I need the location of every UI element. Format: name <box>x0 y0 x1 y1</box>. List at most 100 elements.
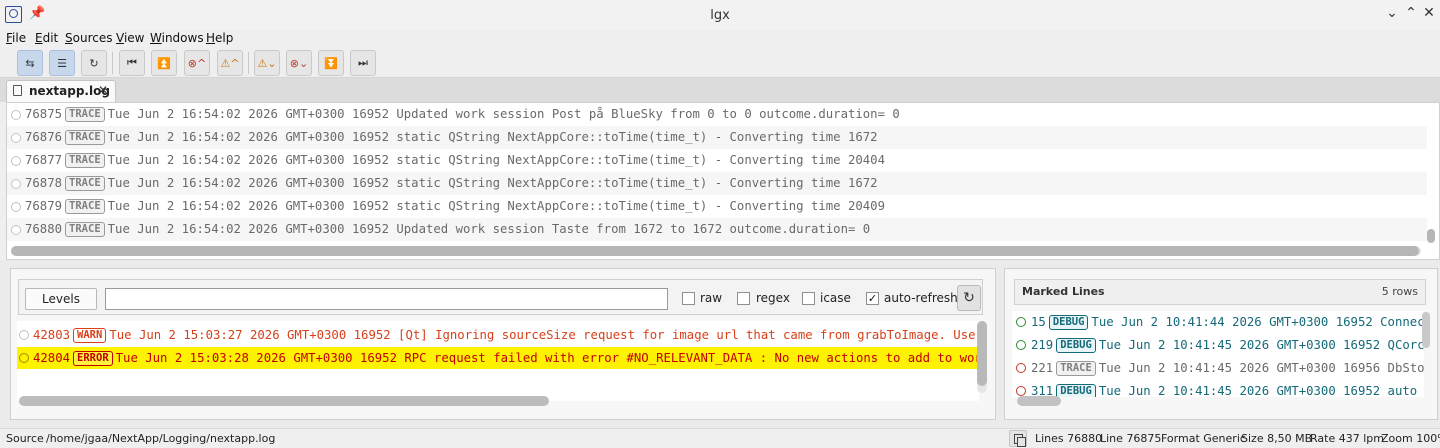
copy-icon[interactable] <box>1009 430 1027 447</box>
filter-input[interactable] <box>105 288 668 310</box>
table-row[interactable]: 76879 TRACE Tue Jun 2 16:54:02 2026 GMT+03… <box>7 195 1427 218</box>
refresh-button[interactable]: ↻ <box>957 285 981 311</box>
marked-lines-list[interactable]: 15 DEBUG Tue Jun 2 10:41:44 2026 GMT+0300 … <box>1012 311 1424 397</box>
log-message: Tue Jun 2 16:54:02 2026 GMT+0300 16952 s… <box>107 153 885 167</box>
mark-toggle[interactable] <box>19 353 29 363</box>
filter-vertical-scroll-thumb[interactable] <box>977 321 987 386</box>
regex-checkbox[interactable] <box>737 292 750 305</box>
last-line-button[interactable]: ⏭ <box>350 50 376 76</box>
follow-button[interactable]: ⇆ <box>17 50 43 76</box>
log-message: Tue Jun 2 16:54:02 2026 GMT+0300 16952 s… <box>107 130 878 144</box>
regex-label: regex <box>756 291 790 305</box>
list-item[interactable]: 219 DEBUG Tue Jun 2 10:41:45 2026 GMT+0300… <box>1012 334 1424 357</box>
line-number: 15 <box>1031 315 1046 329</box>
log-message: Tue Jun 2 15:03:28 2026 GMT+0300 16952 R… <box>115 351 979 365</box>
tab-close-icon[interactable]: ✕ <box>98 83 108 97</box>
menu-sources[interactable]: Sources <box>65 31 112 45</box>
log-message: Tue Jun 2 16:54:02 2026 GMT+0300 16952 s… <box>107 176 878 190</box>
rate-info: Rate 437 lpm <box>1310 432 1384 445</box>
icase-checkbox[interactable] <box>802 292 815 305</box>
level-badge: TRACE <box>1056 361 1096 376</box>
menu-help[interactable]: Help <box>206 31 233 45</box>
current-line: Line 76875 <box>1100 432 1162 445</box>
mark-toggle[interactable] <box>11 110 21 120</box>
tab-nextapp-log[interactable]: nextapp.log ✕ <box>6 80 116 102</box>
marked-horizontal-scroll-thumb[interactable] <box>1017 396 1061 406</box>
close-window-icon[interactable]: ✕ <box>1420 5 1438 21</box>
maximize-icon[interactable]: ⌃ <box>1402 5 1420 21</box>
level-badge: TRACE <box>65 222 105 237</box>
toolbar-separator <box>112 52 113 74</box>
next-warning-button[interactable]: ⚠⌄ <box>254 50 280 76</box>
level-badge: TRACE <box>65 130 105 145</box>
mark-toggle[interactable] <box>11 156 21 166</box>
wrap-icon: ☰ <box>57 56 67 70</box>
prev-error-icon: ⊗^ <box>187 56 207 70</box>
line-number: 76877 <box>25 153 63 167</box>
list-item[interactable]: 311 DEBUG Tue Jun 2 10:41:45 2026 GMT+0300… <box>1012 380 1424 397</box>
next-marked-button[interactable]: ⏬ <box>318 50 344 76</box>
zoom-info: Zoom 100% <box>1381 432 1440 445</box>
table-row[interactable]: 42803 WARN Tue Jun 2 15:03:27 2026 GMT+030… <box>17 324 979 346</box>
menu-file[interactable]: File <box>6 31 26 45</box>
main-log-view[interactable]: 76875 TRACE Tue Jun 2 16:54:02 2026 GMT+03… <box>6 102 1440 260</box>
prev-warning-button[interactable]: ⚠^ <box>217 50 243 76</box>
main-horizontal-scrollbar[interactable] <box>11 246 1421 256</box>
level-badge: TRACE <box>65 176 105 191</box>
table-row[interactable]: 76878 TRACE Tue Jun 2 16:54:02 2026 GMT+03… <box>7 172 1427 195</box>
line-number: 219 <box>1031 338 1054 352</box>
table-row[interactable]: 76880 TRACE Tue Jun 2 16:54:02 2026 GMT+03… <box>7 218 1427 241</box>
table-row[interactable]: 76875 TRACE Tue Jun 2 16:54:02 2026 GMT+03… <box>7 103 1427 126</box>
log-message: Tue Jun 2 15:03:27 2026 GMT+0300 16952 [… <box>109 328 979 342</box>
level-badge: WARN <box>73 328 107 343</box>
refresh-icon: ↻ <box>963 290 975 306</box>
wrap-button[interactable]: ☰ <box>49 50 75 76</box>
table-row[interactable]: 76876 TRACE Tue Jun 2 16:54:02 2026 GMT+03… <box>7 126 1427 149</box>
mark-toggle[interactable] <box>19 330 29 340</box>
toolbar: ⇆ ☰ ↻ ⏮ ⏫ ⊗^ ⚠^ ⚠⌄ ⊗⌄ ⏬ ⏭ <box>0 48 1440 78</box>
menu-edit[interactable]: Edit <box>35 31 58 45</box>
level-badge: TRACE <box>65 199 105 214</box>
line-number: 76879 <box>25 199 63 213</box>
source-label: Source <box>6 432 44 445</box>
list-item[interactable]: 15 DEBUG Tue Jun 2 10:41:44 2026 GMT+0300 … <box>1012 311 1424 334</box>
main-horizontal-scroll-thumb[interactable] <box>11 246 1419 256</box>
line-number: 76880 <box>25 222 63 236</box>
marked-lines-count: 5 rows <box>1381 285 1418 298</box>
raw-checkbox[interactable] <box>682 292 695 305</box>
menu-windows[interactable]: Windows <box>150 31 204 45</box>
level-badge: TRACE <box>65 153 105 168</box>
follow-icon: ⇆ <box>25 56 35 70</box>
next-error-icon: ⊗⌄ <box>289 56 309 70</box>
next-error-button[interactable]: ⊗⌄ <box>286 50 312 76</box>
menu-view[interactable]: View <box>116 31 144 45</box>
table-row[interactable]: 76877 TRACE Tue Jun 2 16:54:02 2026 GMT+03… <box>7 149 1427 172</box>
mark-toggle[interactable] <box>11 225 21 235</box>
next-warning-icon: ⚠⌄ <box>257 56 277 70</box>
levels-button[interactable]: Levels <box>25 288 97 310</box>
table-row[interactable]: 42804 ERROR Tue Jun 2 15:03:28 2026 GMT+03… <box>17 347 979 369</box>
reload-icon: ↻ <box>89 56 99 70</box>
source-path: /home/jgaa/NextApp/Logging/nextapp.log <box>46 432 276 445</box>
icase-label: icase <box>820 291 851 305</box>
filter-vertical-scrollbar[interactable] <box>977 321 987 393</box>
auto-refresh-checkbox[interactable]: ✓ <box>866 292 879 305</box>
marked-lines-title: Marked Lines <box>1022 285 1105 298</box>
reload-button[interactable]: ↻ <box>81 50 107 76</box>
first-line-button[interactable]: ⏮ <box>119 50 145 76</box>
lines-count: Lines 76880 <box>1035 432 1103 445</box>
mark-indicator <box>1016 363 1026 373</box>
filter-horizontal-scroll-thumb[interactable] <box>19 396 549 406</box>
mark-toggle[interactable] <box>11 133 21 143</box>
prev-error-button[interactable]: ⊗^ <box>184 50 210 76</box>
mark-toggle[interactable] <box>11 179 21 189</box>
main-vertical-scroll-thumb[interactable] <box>1427 229 1435 243</box>
list-item[interactable]: 221 TRACE Tue Jun 2 10:41:45 2026 GMT+0300… <box>1012 357 1424 380</box>
log-message: Tue Jun 2 16:54:02 2026 GMT+0300 16952 s… <box>107 199 885 213</box>
mark-toggle[interactable] <box>11 202 21 212</box>
filter-log-view[interactable]: 42803 WARN Tue Jun 2 15:03:27 2026 GMT+030… <box>17 321 979 401</box>
minimize-icon[interactable]: ⌄ <box>1383 5 1401 21</box>
marked-vertical-scroll-thumb[interactable] <box>1422 312 1430 348</box>
prev-marked-button[interactable]: ⏫ <box>151 50 177 76</box>
prev-warning-icon: ⚠^ <box>220 56 240 70</box>
